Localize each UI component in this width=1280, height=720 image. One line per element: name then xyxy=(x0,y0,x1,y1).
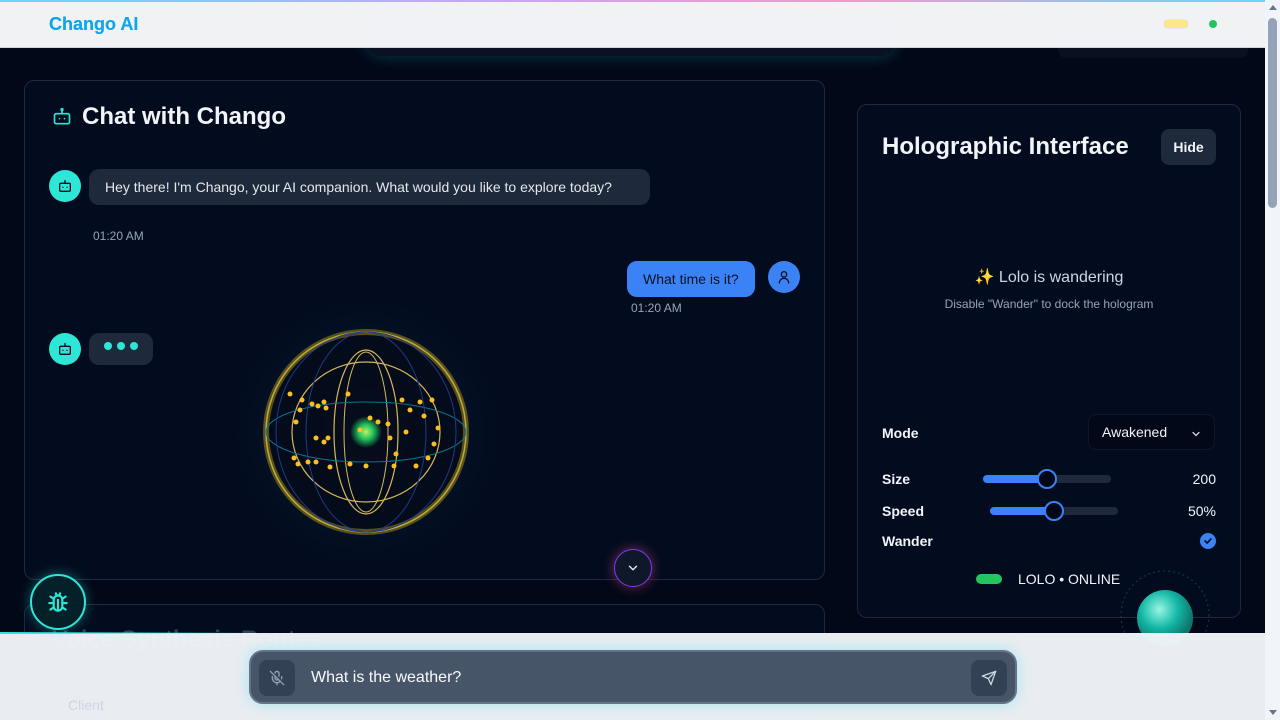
bot-avatar xyxy=(49,170,81,202)
speed-slider[interactable] xyxy=(990,501,1118,521)
size-label: Size xyxy=(882,471,911,487)
bot-message-bubble: Hey there! I'm Chango, your AI companion… xyxy=(89,169,650,205)
mic-toggle-button[interactable] xyxy=(259,660,295,696)
wander-hint: Disable "Wander" to dock the hologram xyxy=(944,297,1154,311)
bot-icon xyxy=(59,180,71,192)
hologram-orb[interactable] xyxy=(206,282,526,582)
scroll-down-arrow[interactable] xyxy=(1269,710,1277,715)
scroll-down-button[interactable] xyxy=(614,549,652,587)
chat-title-text: Chat with Chango xyxy=(82,103,286,130)
user-message-bubble: What time is it? xyxy=(627,261,755,297)
speed-value: 50% xyxy=(1187,503,1216,519)
bot-icon xyxy=(53,107,71,125)
mode-select[interactable]: Awakened xyxy=(1088,414,1215,450)
online-indicator xyxy=(976,574,1002,584)
chat-title: Chat with Chango xyxy=(52,103,286,131)
scroll-up-arrow[interactable] xyxy=(1269,5,1277,10)
chevron-down-icon xyxy=(1192,431,1200,437)
page-scrollbar[interactable] xyxy=(1265,0,1280,720)
bot-avatar xyxy=(49,333,81,365)
wander-label: Wander xyxy=(882,533,933,549)
debug-button[interactable] xyxy=(30,574,86,630)
wander-status-message: ✨ Lolo is wandering xyxy=(974,269,1124,286)
typing-dot xyxy=(117,342,125,350)
holographic-title: Holographic Interface xyxy=(882,133,1129,160)
toggle-icon[interactable] xyxy=(1163,19,1189,29)
size-value: 200 xyxy=(1192,471,1216,487)
speed-label: Speed xyxy=(882,503,925,519)
mode-label: Mode xyxy=(882,425,919,441)
status-dot-icon xyxy=(1209,20,1217,28)
send-button[interactable] xyxy=(971,660,1007,696)
typing-dot xyxy=(130,342,138,350)
size-slider[interactable] xyxy=(983,469,1111,489)
top-bar: Chango AI xyxy=(0,0,1265,48)
send-icon xyxy=(981,670,997,686)
lolo-status-text: LOLO • ONLINE xyxy=(1018,571,1121,587)
brand-logo[interactable]: Chango AI xyxy=(49,14,138,35)
check-icon xyxy=(1204,538,1212,544)
mic-off-icon xyxy=(269,670,285,686)
ghost-client-label: Client xyxy=(68,697,104,713)
hide-button[interactable]: Hide xyxy=(1161,129,1216,165)
user-icon xyxy=(778,271,790,284)
bot-icon xyxy=(59,343,71,355)
bug-icon xyxy=(48,592,68,612)
accent-line xyxy=(0,632,250,634)
typing-dot xyxy=(104,342,112,350)
user-avatar xyxy=(768,261,800,293)
mode-select-value: Awakened xyxy=(1102,424,1168,440)
size-slider-handle[interactable] xyxy=(1037,469,1057,489)
chat-input-container xyxy=(249,650,1017,704)
message-timestamp: 01:20 AM xyxy=(93,229,144,243)
scrollbar-thumb[interactable] xyxy=(1268,18,1277,208)
chevron-down-icon xyxy=(628,565,638,571)
chat-input[interactable] xyxy=(311,662,951,694)
wander-checkbox[interactable] xyxy=(1200,533,1216,549)
ghost-client-item: Client xyxy=(48,690,228,720)
message-timestamp: 01:20 AM xyxy=(631,301,682,315)
typing-indicator xyxy=(89,333,153,365)
speed-slider-handle[interactable] xyxy=(1044,501,1064,521)
